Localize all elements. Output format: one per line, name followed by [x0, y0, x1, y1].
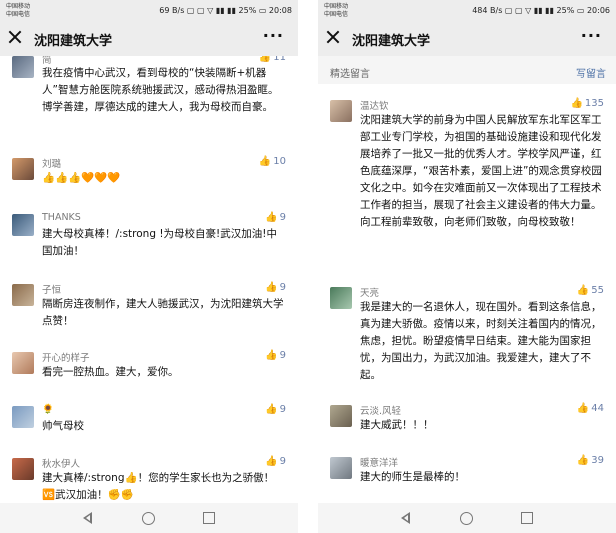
comment-author[interactable]: 刘璐 [42, 156, 61, 170]
comment-author[interactable]: 天亮 [360, 285, 379, 299]
like-button[interactable]: 👍 9 [265, 404, 286, 415]
like-count: 9 [279, 212, 286, 223]
comment-author[interactable]: 子恒 [42, 282, 61, 296]
back-icon[interactable] [80, 510, 96, 526]
back-icon[interactable] [398, 510, 414, 526]
comment-text: 我是建大的一名退休人，现在国外。看到这条信息，真为建大骄傲。疫情以来，时刻关注着… [360, 301, 602, 381]
comment-text: 👍👍👍🧡🧡🧡 [42, 172, 121, 184]
comment-text: 建大母校真棒！/:strong !为母校自豪!武汉加油!中国加油！ [42, 228, 277, 257]
thumbs-up-icon: 👍 [265, 456, 278, 467]
comment-author[interactable]: 秋水伊人 [42, 456, 80, 470]
comment-text: 帅气母校 [42, 420, 84, 432]
like-button[interactable]: 👍 9 [265, 350, 286, 361]
home-icon[interactable] [142, 512, 155, 525]
thumbs-up-icon: 👍 [265, 350, 278, 361]
page-title: 沈阳建筑大学 [352, 34, 431, 49]
title-bar: 沈阳建筑大学 ··· [0, 22, 298, 56]
comment-author[interactable]: 开心的样子 [42, 350, 90, 364]
comment-author[interactable]: 云淡.风轻 [360, 403, 401, 417]
status-indicators: 69 B/s ▢ ▢ ▽ ▮▮ ▮▮ 25% ▭ 20:08 [159, 6, 292, 15]
avatar[interactable] [12, 158, 34, 180]
like-count: 9 [279, 282, 286, 293]
like-count: 39 [591, 455, 604, 466]
avatar[interactable] [330, 457, 352, 479]
right-screen: 中国移动 中国电信 484 B/s ▢ ▢ ▽ ▮▮ ▮▮ 25% ▭ 20:0… [318, 0, 616, 533]
left-screen: 中国移动 中国电信 69 B/s ▢ ▢ ▽ ▮▮ ▮▮ 25% ▭ 20:08… [0, 0, 298, 533]
comment-text: 建大的师生是最棒的！ [360, 471, 465, 483]
avatar[interactable] [12, 284, 34, 306]
comment-text: 我在疫情中心武汉，看到母校的“快装隔断+机器人”智慧方舱医院系统驰援武汉，感动得… [42, 67, 279, 113]
carrier-line-1: 中国移动 [324, 3, 349, 10]
comment-list[interactable]: 精选留言 写留言 温达钦 👍 135 沈阳建筑大学的前身为中国人民解放军东北军区军… [318, 56, 616, 503]
system-nav-bar [318, 503, 616, 533]
avatar[interactable] [330, 100, 352, 122]
carrier-line-1: 中国移动 [6, 3, 31, 10]
section-title: 精选留言 [330, 69, 370, 80]
like-button[interactable]: 👍 9 [265, 212, 286, 223]
avatar[interactable] [330, 287, 352, 309]
status-bar: 中国移动 中国电信 484 B/s ▢ ▢ ▽ ▮▮ ▮▮ 25% ▭ 20:0… [318, 0, 616, 22]
like-count: 55 [591, 285, 604, 296]
avatar[interactable] [12, 214, 34, 236]
thumbs-up-icon: 👍 [258, 56, 272, 63]
like-count: 10 [273, 156, 286, 167]
avatar[interactable] [12, 352, 34, 374]
like-button[interactable]: 👍 135 [570, 98, 604, 109]
thumbs-up-icon: 👍 [576, 403, 590, 414]
write-comment-link[interactable]: 写留言 [576, 65, 606, 80]
section-header: 精选留言 写留言 [318, 56, 616, 84]
like-button[interactable]: 👍 55 [577, 285, 604, 296]
like-button[interactable]: 👍 10 [259, 156, 286, 167]
close-icon[interactable] [326, 30, 340, 44]
like-count: 44 [591, 403, 604, 414]
carrier-label: 中国移动 中国电信 [324, 3, 348, 19]
like-count: 9 [279, 404, 286, 415]
avatar[interactable] [12, 406, 34, 428]
thumbs-up-icon: 👍 [576, 455, 590, 466]
carrier-line-2: 中国电信 [324, 11, 349, 18]
comment-author[interactable]: 暖意洋洋 [360, 455, 398, 469]
carrier-line-2: 中国电信 [6, 11, 31, 18]
like-count: 9 [279, 456, 286, 467]
thumbs-up-icon: 👍 [258, 156, 272, 167]
system-nav-bar [0, 503, 298, 533]
more-options-icon[interactable]: ··· [581, 26, 602, 45]
comment-text: 沈阳建筑大学的前身为中国人民解放军东北军区军工部工业专门学校，为祖国的基础设施建… [360, 114, 602, 228]
carrier-label: 中国移动 中国电信 [6, 3, 30, 19]
like-button[interactable]: 👍 39 [577, 455, 604, 466]
title-bar: 沈阳建筑大学 ··· [318, 22, 616, 56]
thumbs-up-icon: 👍 [570, 98, 583, 109]
comment-text: 建大真棒/:strong👍！您的学生家长也为之骄傲！🆚武汉加油！✊✊ [42, 472, 275, 501]
thumbs-up-icon: 👍 [265, 212, 278, 223]
thumbs-up-icon: 👍 [576, 285, 590, 296]
avatar[interactable] [330, 405, 352, 427]
status-bar: 中国移动 中国电信 69 B/s ▢ ▢ ▽ ▮▮ ▮▮ 25% ▭ 20:08 [0, 0, 298, 22]
status-indicators: 484 B/s ▢ ▢ ▽ ▮▮ ▮▮ 25% ▭ 20:06 [472, 6, 610, 15]
recent-apps-icon[interactable] [203, 512, 215, 524]
thumbs-up-icon: 👍 [265, 404, 278, 415]
recent-apps-icon[interactable] [521, 512, 533, 524]
like-button[interactable]: 👍 9 [265, 282, 286, 293]
page-title: 沈阳建筑大学 [34, 34, 113, 49]
like-count: 135 [584, 98, 604, 109]
like-count: 11 [273, 56, 286, 63]
comment-text: 看完一腔热血。建大，爱你。 [42, 366, 179, 378]
comment-list[interactable]: 简 👍 11 我在疫情中心武汉，看到母校的“快装隔断+机器人”智慧方舱医院系统驰援… [0, 56, 298, 503]
comment-author[interactable]: THANKS [42, 212, 81, 223]
comment-author[interactable]: 温达钦 [360, 98, 389, 112]
comment-text: 建大威武！！！ [360, 419, 434, 431]
like-button[interactable]: 👍 11 [259, 56, 286, 63]
avatar[interactable] [12, 458, 34, 480]
thumbs-up-icon: 👍 [265, 282, 278, 293]
avatar[interactable] [12, 56, 34, 78]
like-button[interactable]: 👍 9 [265, 456, 286, 467]
like-count: 9 [279, 350, 286, 361]
comment-text: 隔断房连夜制作，建大人驰援武汉，为沈阳建筑大学点赞！ [42, 298, 284, 327]
close-icon[interactable] [8, 30, 22, 44]
comment-author[interactable]: 🌻 [42, 404, 54, 415]
like-button[interactable]: 👍 44 [577, 403, 604, 414]
home-icon[interactable] [460, 512, 473, 525]
more-options-icon[interactable]: ··· [263, 26, 284, 45]
